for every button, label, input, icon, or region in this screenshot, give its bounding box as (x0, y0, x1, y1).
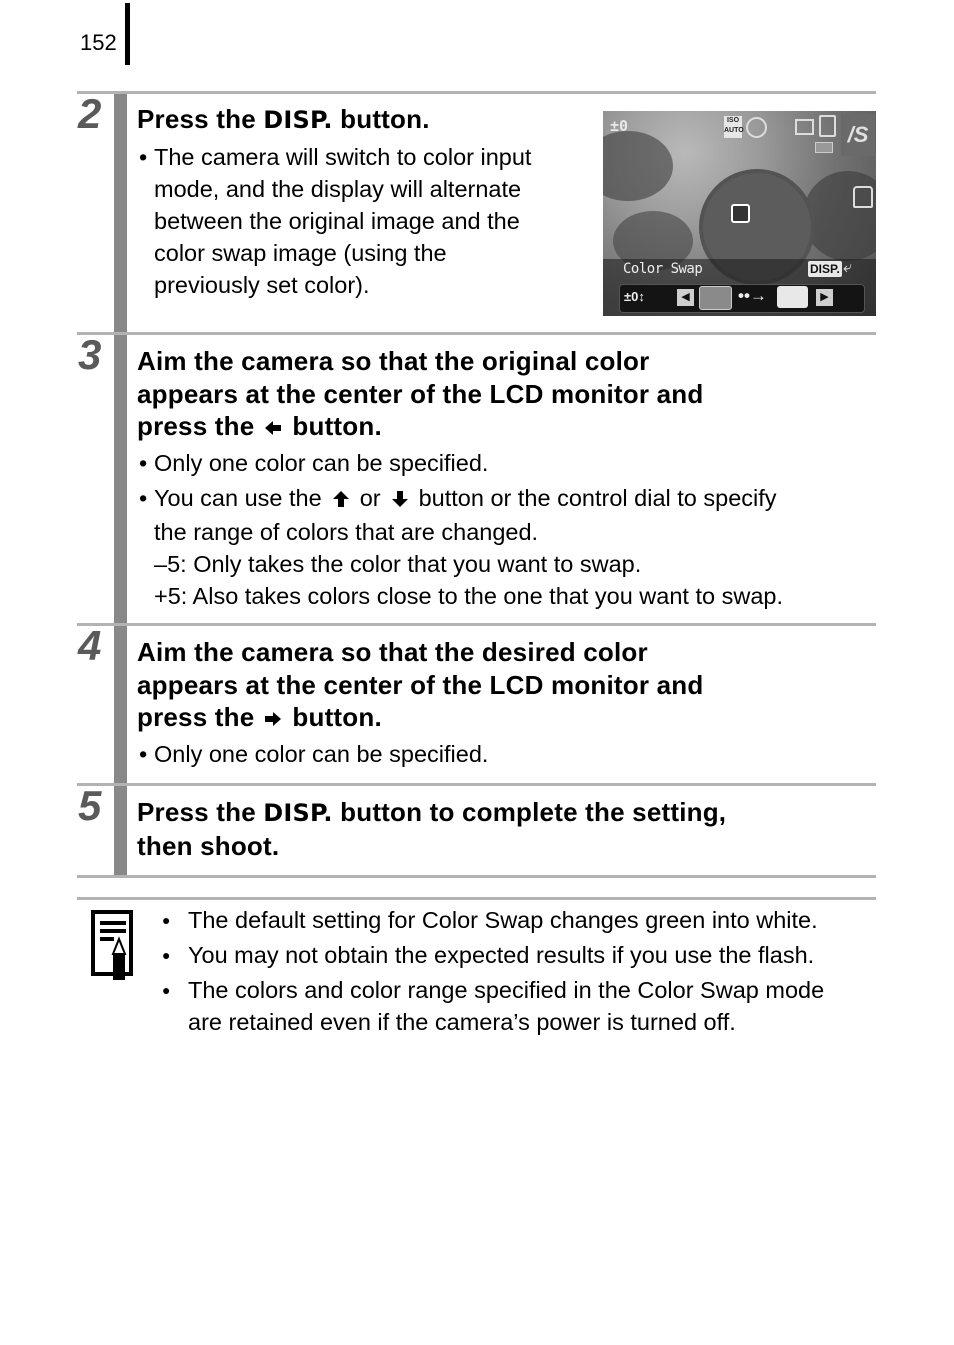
step-number: 5 (78, 782, 102, 829)
step-bullets: Only one color can be specified. You can… (137, 447, 783, 612)
exposure-indicator: ±0 (610, 117, 629, 135)
memo-item: The default setting for Color Swap chang… (162, 903, 824, 938)
title-text: button to complete the setting, (332, 797, 727, 827)
title-line: press the button. (137, 410, 703, 444)
lcd-disp-icon: DISP. (808, 261, 842, 277)
bullet-text: You can use the (154, 485, 322, 511)
memo-divider (77, 897, 876, 900)
title-line: Aim the camera so that the original colo… (137, 346, 650, 376)
memo-item: You may not obtain the expected results … (162, 938, 824, 973)
title-line: press the button. (137, 701, 703, 735)
title-line: then shoot. (137, 830, 280, 861)
step-number: 3 (78, 331, 102, 378)
step-title: Aim the camera so that the original colo… (137, 345, 703, 444)
bullet-item: Only one color can be specified. (137, 447, 783, 479)
step-bar (114, 335, 127, 623)
up-arrow-icon (332, 484, 350, 516)
bullet-text: or (359, 485, 381, 511)
disp-button-label: DISP. (263, 799, 333, 827)
title-line: appears at the center of the LCD monitor… (137, 378, 704, 409)
step-title: Press the DISP. button. (137, 103, 430, 137)
step-number: 2 (78, 90, 102, 137)
color-target-frame (731, 204, 750, 223)
step-title: Aim the camera so that the desired color… (137, 636, 703, 735)
bullet-line: mode, and the display will alternate (154, 176, 522, 202)
disp-button-label: DISP. (263, 106, 333, 134)
bullet-item: The camera will switch to color input mo… (137, 141, 531, 301)
right-arrow-icon (264, 703, 282, 736)
title-text: Press the (137, 797, 264, 827)
return-icon: ⤶ (843, 259, 852, 276)
step-divider (77, 783, 876, 786)
camera-icon (819, 115, 836, 137)
step-divider (77, 91, 876, 94)
right-button-icon: ▶ (816, 289, 833, 306)
original-color-swatch (699, 286, 732, 310)
lcd-mode-label: Color Swap (623, 261, 703, 277)
step-title: Press the DISP. button to complete the s… (137, 796, 726, 862)
iso-auto-icon: ISO AUTO (724, 116, 744, 138)
step-divider (77, 332, 876, 335)
color-swap-mode-icon: /S (841, 114, 875, 156)
step-divider (77, 875, 876, 878)
title-line: appears at the center of the LCD monitor… (137, 669, 704, 700)
memo-note-icon (91, 910, 141, 989)
flash-off-icon (746, 117, 767, 138)
drive-mode-icon (795, 119, 814, 135)
color-range-value: ±0↕ (624, 289, 645, 304)
lcd-screenshot: ±0 ISO AUTO /S Color Swap DISP. ⤶ ±0↕ ◀ … (603, 111, 876, 316)
memo-item: The colors and color range specified in … (162, 973, 824, 1008)
bullet-line: previously set color). (154, 272, 370, 298)
battery-icon (815, 142, 833, 153)
range-note: –5: Only takes the color that you want t… (154, 550, 642, 577)
title-text: Press the (137, 104, 264, 134)
title-text: button. (332, 104, 430, 134)
target-color-swatch (777, 286, 808, 308)
left-arrow-icon (264, 412, 282, 445)
range-note: +5: Also takes colors close to the one t… (154, 582, 783, 609)
bullet-text: button or the control dial to specify (418, 485, 777, 511)
step-bullets: The camera will switch to color input mo… (137, 141, 531, 301)
memo-item-continuation: are retained even if the camera’s power … (188, 1009, 736, 1035)
background-foliage (803, 171, 876, 261)
title-text: button. (292, 411, 382, 441)
memo-list: The default setting for Color Swap chang… (162, 903, 824, 1040)
bullet-line: the range of colors that are changed. (154, 518, 539, 545)
step-bullets: Only one color can be specified. (137, 738, 488, 770)
down-arrow-icon (391, 484, 409, 516)
step-number: 4 (78, 622, 102, 669)
left-button-icon: ◀ (677, 289, 694, 306)
bullet-item: Only one color can be specified. (137, 738, 488, 770)
title-text: press the (137, 411, 255, 441)
title-text: press the (137, 702, 255, 732)
page-number: 152 (80, 30, 117, 55)
title-text: button. (292, 702, 382, 732)
bullet-line: between the original image and the (154, 208, 520, 234)
title-line: Press the DISP. button to complete the s… (137, 796, 726, 830)
swap-arrow-icon: ••→ (738, 286, 767, 305)
camera-shake-icon (853, 186, 873, 208)
step-divider (77, 623, 876, 626)
title-line: Aim the camera so that the desired color (137, 637, 648, 667)
bullet-line: The camera will switch to color input (154, 144, 532, 170)
step-bar (114, 626, 127, 783)
bullet-line: color swap image (using the (154, 240, 447, 266)
background-foliage (603, 131, 673, 201)
step-bar (114, 94, 127, 332)
step-bar (114, 786, 127, 875)
page-number-rule (125, 3, 130, 65)
bullet-item: You can use the or button or the control d… (137, 482, 783, 548)
